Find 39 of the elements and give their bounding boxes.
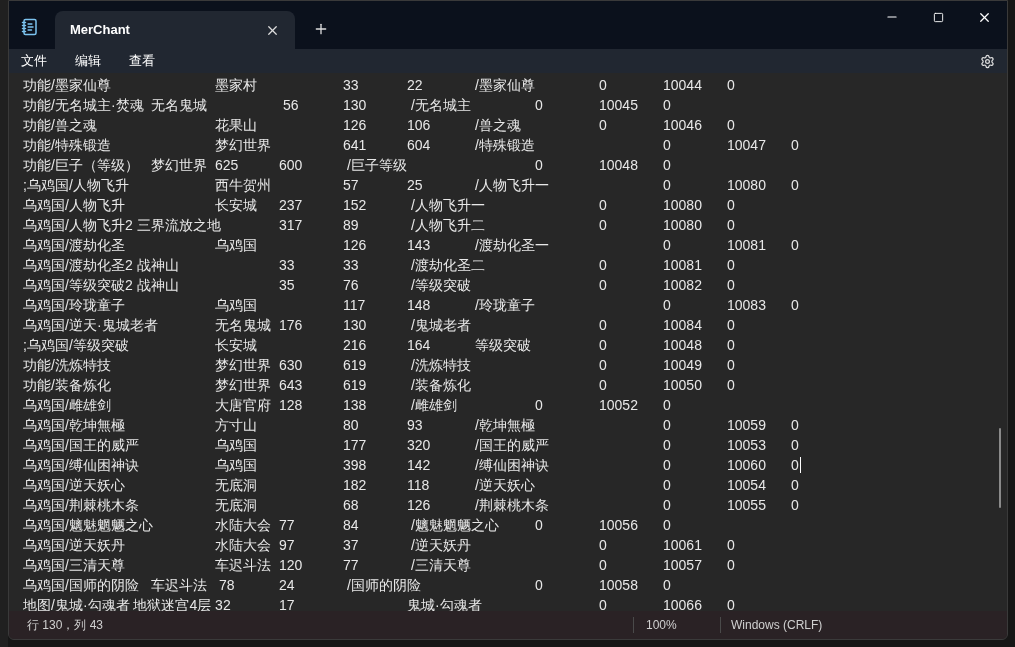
- settings-icon[interactable]: [980, 53, 995, 69]
- text-line: 功能/巨子（等级） 梦幻世界 625 600 /巨子等级 0 10048 0: [23, 156, 671, 175]
- text-line: 乌鸡国/缚仙困神诀 乌鸡国 398 142 /缚仙困神诀 0 10060 0: [23, 456, 799, 475]
- text-line: ;乌鸡国/等级突破 长安城 216 164 等级突破 0 10048 0: [23, 336, 735, 355]
- text-line: 乌鸡国/渡劫化圣2 战神山 33 33 /渡劫化圣二 0 10081 0: [23, 256, 735, 275]
- text-line: 乌鸡国/玲珑童子 乌鸡国 117 148 /玲珑童子 0 10083 0: [23, 296, 799, 315]
- text-line: 功能/洗炼特技 梦幻世界 630 619 /洗炼特技 0 10049 0: [23, 356, 735, 375]
- document-tab[interactable]: MerChant: [55, 11, 295, 49]
- text-line: 乌鸡国/逆天·鬼城老者 无名鬼城 176 130 /鬼城老者 0 10084 0: [23, 316, 735, 335]
- text-line: 乌鸡国/魑魅魍魉之心 水陆大会 77 84 /魑魅魍魉之心 0 10056 0: [23, 516, 671, 535]
- line-ending: Windows (CRLF): [730, 617, 823, 634]
- cursor-position: 行 130，列 43: [26, 617, 105, 634]
- zoom-level: 100%: [645, 617, 678, 634]
- text-line: 乌鸡国/逆天妖心 无底洞 182 118 /逆天妖心 0 10054 0: [23, 476, 799, 495]
- text-line: 乌鸡国/逆天妖丹 水陆大会 97 37 /逆天妖丹 0 10061 0: [23, 536, 735, 555]
- new-tab-icon[interactable]: [313, 21, 329, 37]
- menu-item[interactable]: 文件: [21, 51, 47, 71]
- text-line: 乌鸡国/人物飞升 长安城 237 152 /人物飞升一 0 10080 0: [23, 196, 735, 215]
- text-line: 功能/特殊锻造 梦幻世界 641 604 /特殊锻造 0 10047 0: [23, 136, 799, 155]
- text-line: 乌鸡国/人物飞升2 三界流放之地 317 89 /人物飞升二 0 10080 0: [23, 216, 735, 235]
- text-line: 功能/兽之魂 花果山 126 106 /兽之魂 0 10046 0: [23, 116, 735, 135]
- text-line: 乌鸡国/等级突破2 战神山 35 76 /等级突破 0 10082 0: [23, 276, 735, 295]
- text-line: 乌鸡国/国师的阴险 车迟斗法 78 24 /国师的阴险 0 10058 0: [23, 576, 671, 595]
- text-line: 功能/墨家仙尊 墨家村 33 22 /墨家仙尊 0 10044 0: [23, 76, 735, 95]
- text-line: 乌鸡国/渡劫化圣 乌鸡国 126 143 /渡劫化圣一 0 10081 0: [23, 236, 799, 255]
- text-line: 乌鸡国/雌雄剑 大唐官府 128 138 /雌雄剑 0 10052 0: [23, 396, 671, 415]
- text-line: ;乌鸡国/人物飞升 西牛贺州 57 25 /人物飞升一 0 10080 0: [23, 176, 799, 195]
- text-caret: [799, 457, 801, 473]
- notepad-icon: [21, 18, 39, 36]
- menu-item[interactable]: 编辑: [75, 51, 101, 71]
- text-line: 功能/装备炼化 梦幻世界 643 619 /装备炼化 0 10050 0: [23, 376, 735, 395]
- text-line: 乌鸡国/乾坤無極 方寸山 80 93 /乾坤無極 0 10059 0: [23, 416, 799, 435]
- scrollbar-thumb[interactable]: [999, 428, 1001, 508]
- maximize-icon[interactable]: [932, 11, 944, 23]
- menu-item[interactable]: 查看: [129, 51, 155, 71]
- text-line: 乌鸡国/国王的威严 乌鸡国 177 320 /国王的威严 0 10053 0: [23, 436, 799, 455]
- text-line: 乌鸡国/三清天尊 车迟斗法 120 77 /三清天尊 0 10057 0: [23, 556, 735, 575]
- text-line: 功能/无名城主·焚魂 无名鬼城 56 130 /无名城主 0 10045 0: [23, 96, 671, 115]
- text-line: 乌鸡国/荆棘桃木条 无底洞 68 126 /荆棘桃木条 0 10055 0: [23, 496, 799, 515]
